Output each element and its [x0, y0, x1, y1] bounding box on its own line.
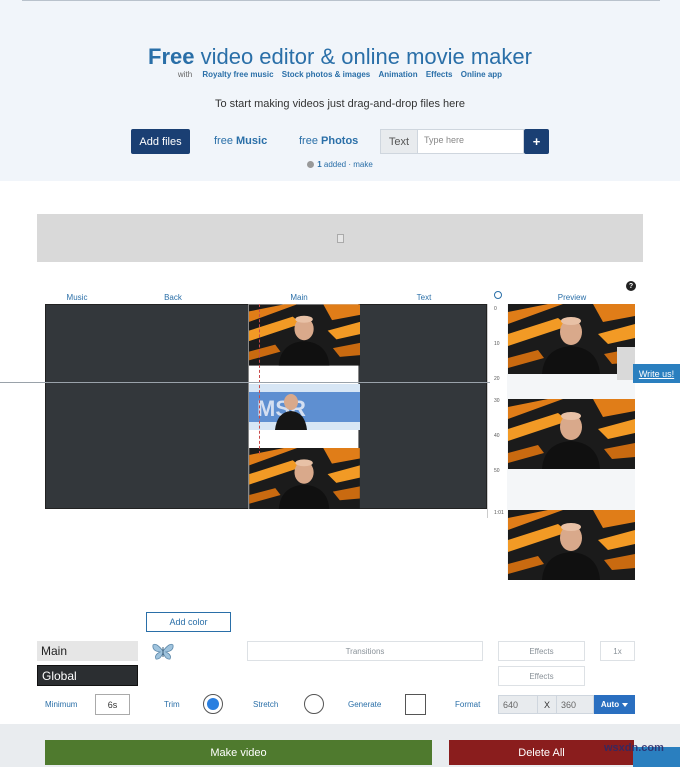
ruler-tick: 20	[494, 376, 500, 382]
ruler-tick: 10	[494, 341, 500, 347]
trim-label: Trim	[164, 700, 180, 709]
text-input-group: Text Type here	[380, 129, 524, 154]
free-music-prefix: free	[214, 135, 237, 147]
auto-dropdown[interactable]: Auto	[594, 695, 635, 714]
column-label-music: Music	[66, 293, 88, 302]
height-input[interactable]: 360	[556, 695, 594, 714]
added-text[interactable]: added · make	[322, 160, 373, 169]
minimum-input[interactable]: 6s	[95, 694, 130, 715]
help-icon[interactable]: ?	[626, 281, 636, 291]
main-track[interactable]	[248, 304, 360, 509]
stretch-radio[interactable]	[304, 694, 324, 714]
preview-thumbnail[interactable]	[508, 510, 635, 580]
ruler-tick: 0	[494, 306, 497, 312]
free-music-label: Music	[236, 135, 268, 147]
time-ruler	[487, 304, 503, 518]
title-middle: video editor &	[194, 44, 342, 69]
generate-label: Generate	[348, 700, 382, 709]
header-section	[0, 0, 680, 181]
video-frame-icon	[508, 399, 635, 469]
horizontal-divider	[0, 382, 490, 383]
option-main[interactable]: Main	[37, 641, 138, 661]
main-clip-1[interactable]	[249, 304, 360, 366]
add-text-button[interactable]: +	[524, 129, 549, 154]
write-us-button[interactable]: Write us!	[633, 364, 680, 383]
top-divider	[22, 0, 660, 1]
trim-radio[interactable]	[203, 694, 223, 714]
transitions-field[interactable]: Transitions	[247, 641, 483, 661]
butterfly-icon[interactable]	[152, 641, 174, 661]
dimension-separator: X	[537, 695, 557, 714]
text-label: Text	[381, 130, 418, 153]
column-label-main: Main	[290, 293, 308, 302]
video-frame-icon	[249, 384, 360, 430]
added-status: 1 added · make	[0, 160, 680, 169]
ruler-tick: 30	[494, 398, 500, 404]
video-frame-icon	[249, 448, 360, 509]
file-icon	[336, 233, 344, 243]
minimum-label: Minimum	[45, 700, 78, 709]
speed-field[interactable]: 1x	[600, 641, 635, 661]
preview-thumbnail[interactable]	[508, 399, 635, 469]
feature-link-effects[interactable]: Effects	[426, 70, 453, 79]
column-label-preview: Preview	[557, 293, 587, 302]
clock-icon[interactable]	[494, 291, 502, 299]
with-label: with	[177, 70, 193, 79]
status-dot-icon	[307, 161, 315, 168]
drag-drop-hint: To start making videos just drag-and-dro…	[214, 98, 466, 110]
ruler-tick: 40	[494, 433, 500, 439]
title-bold-free: Free	[148, 44, 195, 69]
chevron-down-icon	[622, 702, 629, 707]
video-frame-icon	[508, 304, 635, 374]
feature-link-music[interactable]: Royalty free music	[202, 70, 273, 79]
auto-label: Auto	[600, 700, 620, 709]
format-label: Format	[455, 700, 481, 709]
add-color-button[interactable]: Add color	[146, 612, 231, 632]
make-video-button[interactable]: Make video	[45, 740, 432, 765]
page-title: Free video editor & online movie maker	[0, 44, 680, 70]
free-photos-label: Photos	[321, 135, 359, 147]
add-files-button[interactable]: Add files	[131, 129, 190, 154]
free-music-link[interactable]: free Music	[214, 135, 267, 147]
column-label-back: Back	[164, 293, 182, 302]
feature-link-online-app[interactable]: Online app	[461, 70, 502, 79]
generate-checkbox[interactable]	[405, 694, 426, 715]
watermark-text: wsxdn.com	[604, 742, 664, 754]
text-input[interactable]: Type here	[418, 130, 523, 153]
drop-zone[interactable]	[37, 214, 643, 262]
ruler-tick: 50	[494, 468, 500, 474]
feature-link-animation[interactable]: Animation	[378, 70, 417, 79]
ruler-tick: 1:01	[494, 510, 504, 516]
feature-link-stock[interactable]: Stock photos & images	[282, 70, 370, 79]
main-clip-3[interactable]	[249, 448, 360, 509]
option-global[interactable]: Global	[37, 665, 138, 686]
video-frame-icon	[249, 304, 360, 366]
stretch-label: Stretch	[253, 700, 279, 709]
free-photos-link[interactable]: free Photos	[299, 135, 358, 147]
video-frame-icon	[508, 510, 635, 580]
preview-thumbnail[interactable]	[508, 304, 635, 374]
free-photos-prefix: free	[299, 135, 322, 147]
column-label-text: Text	[416, 293, 432, 302]
playhead-marker[interactable]	[259, 304, 261, 454]
feature-links: with Royalty free music Stock photos & i…	[0, 70, 680, 79]
width-input[interactable]: 640	[498, 695, 538, 714]
main-clip-2[interactable]	[249, 384, 360, 430]
effects-field-2[interactable]: Effects	[498, 666, 585, 686]
effects-field-1[interactable]: Effects	[498, 641, 585, 661]
title-end: online movie maker	[341, 44, 532, 69]
